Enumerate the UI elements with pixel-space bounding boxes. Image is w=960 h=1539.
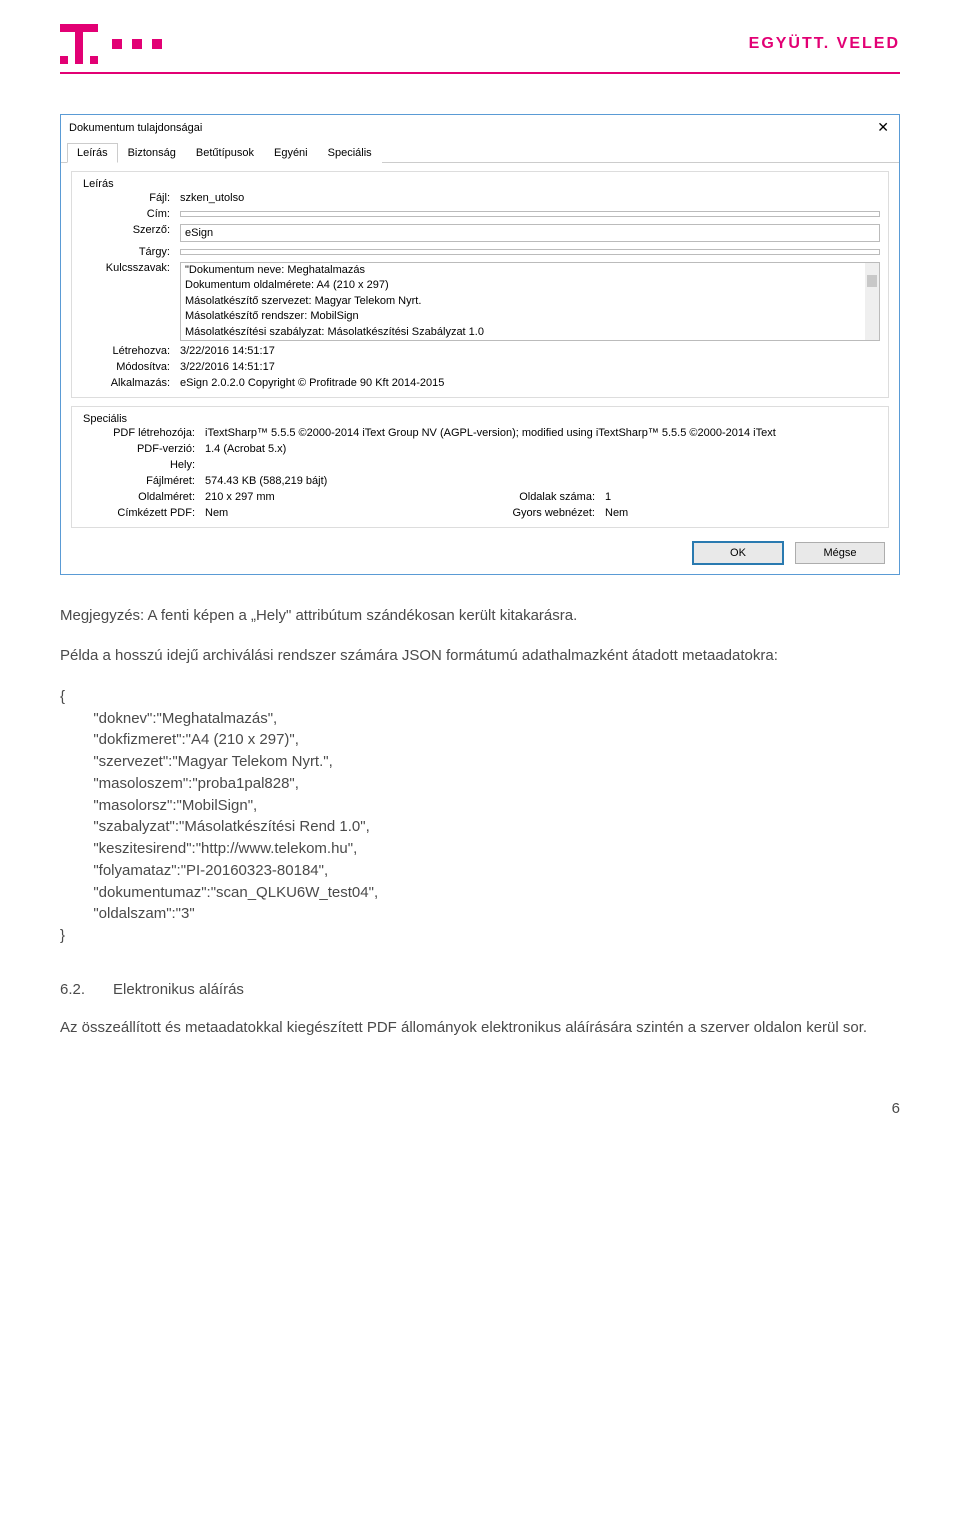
t-logo-icon [60,24,98,64]
section-title: Elektronikus aláírás [113,979,244,1002]
label-pdf-version: PDF-verzió: [80,443,205,455]
page-number: 6 [60,1100,900,1117]
label-file: Fájl: [80,192,180,204]
label-created: Létrehozva: [80,345,180,357]
label-subject: Tárgy: [80,246,180,258]
section-body: Az összeállított és metaadatokkal kiegés… [60,1017,900,1040]
cancel-button[interactable]: Mégse [795,542,885,564]
label-modified: Módosítva: [80,361,180,373]
input-author[interactable]: eSign [180,224,880,242]
value-modified: 3/22/2016 14:51:17 [180,361,880,373]
slogan: EGYÜTT. VELED [749,35,900,53]
value-pagesize: 210 x 297 mm [205,491,480,503]
json-intro: Példa a hosszú idejű archiválási rendsze… [60,645,900,668]
body-text: Megjegyzés: A fenti képen a „Hely" attri… [60,605,900,1040]
scroll-up-icon[interactable] [865,263,879,275]
legend-description: Leírás [80,178,117,190]
label-pagecount: Oldalak száma: [480,491,605,503]
section-heading: 6.2. Elektronikus aláírás [60,979,900,1002]
value-file: szken_utolso [180,192,880,204]
value-tagged: Nem [205,507,480,519]
label-keywords: Kulcsszavak: [80,262,180,341]
tab-advanced[interactable]: Speciális [318,143,382,163]
label-tagged: Címkézett PDF: [80,507,205,519]
page-header: EGYÜTT. VELED [60,24,900,74]
value-pdf-creator: iTextSharp™ 5.5.5 ©2000-2014 iText Group… [205,427,880,439]
keyword-line: Másolatkészítő rendszer: MobilSign [185,309,861,324]
tab-description[interactable]: Leírás [67,143,118,163]
label-location: Hely: [80,459,205,471]
label-pagesize: Oldalméret: [80,491,205,503]
tab-security[interactable]: Biztonság [118,143,186,163]
input-title[interactable] [180,211,880,217]
keyword-line: "Dokumentum neve: Meghatalmazás [185,263,861,278]
note-paragraph: Megjegyzés: A fenti képen a „Hely" attri… [60,605,900,628]
document-properties-dialog: Dokumentum tulajdonságai ✕ Leírás Bizton… [60,114,900,575]
label-application: Alkalmazás: [80,377,180,389]
scroll-thumb[interactable] [867,275,877,287]
value-created: 3/22/2016 14:51:17 [180,345,880,357]
json-block: { "doknev":"Meghatalmazás", "dokfizmeret… [60,686,900,947]
label-author: Szerző: [80,224,180,242]
logo-dots [112,39,162,49]
label-fastweb: Gyors webnézet: [480,507,605,519]
dialog-title-text: Dokumentum tulajdonságai [69,122,202,134]
dialog-tabs: Leírás Biztonság Betűtípusok Egyéni Spec… [61,140,899,163]
dialog-buttons: OK Mégse [61,532,899,574]
input-subject[interactable] [180,249,880,255]
tab-custom[interactable]: Egyéni [264,143,318,163]
value-application: eSign 2.0.2.0 Copyright © Profitrade 90 … [180,377,880,389]
ok-button[interactable]: OK [693,542,783,564]
fieldset-special: Speciális PDF létrehozója: iTextSharp™ 5… [71,406,889,528]
legend-special: Speciális [80,413,130,425]
close-icon[interactable]: ✕ [877,119,891,136]
keyword-line: Másolatkészítési szabályzat: Másolatkész… [185,325,861,340]
label-pdf-creator: PDF létrehozója: [80,427,205,439]
section-number: 6.2. [60,979,85,1002]
input-keywords[interactable]: "Dokumentum neve: Meghatalmazás Dokument… [180,262,880,341]
telekom-logo [60,24,162,64]
scrollbar[interactable] [865,263,879,340]
value-filesize: 574.43 KB (588,219 bájt) [205,475,880,487]
value-location [205,459,880,471]
fieldset-description: Leírás Fájl: szken_utolso Cím: Szerző: e… [71,171,889,398]
label-filesize: Fájlméret: [80,475,205,487]
value-pdf-version: 1.4 (Acrobat 5.x) [205,443,880,455]
label-title: Cím: [80,208,180,220]
dialog-titlebar: Dokumentum tulajdonságai ✕ [61,115,899,136]
value-pagecount: 1 [605,491,880,503]
keyword-line: Másolatkészítő szervezet: Magyar Telekom… [185,294,861,309]
keyword-line: Dokumentum oldalmérete: A4 (210 x 297) [185,278,861,293]
value-fastweb: Nem [605,507,880,519]
tab-fonts[interactable]: Betűtípusok [186,143,264,163]
